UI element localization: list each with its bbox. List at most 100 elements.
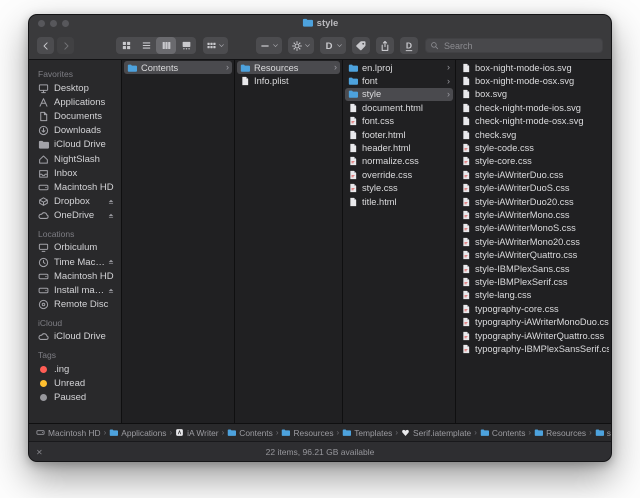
d-app-button[interactable]: D: [400, 37, 418, 54]
sidebar-item-orbiculum[interactable]: Orbiculum: [29, 241, 121, 255]
sidebar-item-inbox[interactable]: Inbox: [29, 166, 121, 180]
folder-icon: [240, 63, 250, 73]
folder-row-resources[interactable]: Resources›: [237, 61, 340, 74]
forward-button[interactable]: [57, 37, 74, 54]
group-by-button[interactable]: [256, 37, 282, 54]
file-row-box-night-mode-osx-svg[interactable]: box-night-mode-osx.svg: [458, 74, 609, 87]
file-row-style-iawriterduos-css[interactable]: style-iAWriterDuoS.css: [458, 182, 609, 195]
icon-view-button[interactable]: [116, 37, 136, 54]
zoom-button[interactable]: [62, 20, 69, 27]
chevron-right-icon: ›: [444, 77, 450, 86]
sidebar-item-paused[interactable]: Paused: [29, 390, 121, 404]
file-row-style-iawritermonos-css[interactable]: style-iAWriterMonoS.css: [458, 222, 609, 235]
file-row-typography-ibmplexsansserif-css[interactable]: typography-IBMPlexSansSerif.css: [458, 342, 609, 355]
file-row-override-css[interactable]: override.css: [345, 168, 453, 181]
sidebar-item-remote-disc[interactable]: Remote Disc: [29, 298, 121, 312]
file-row-document-html[interactable]: document.html: [345, 101, 453, 114]
file-row-style-iawritermono20-css[interactable]: style-iAWriterMono20.css: [458, 235, 609, 248]
file-row-style-ibmplexsans-css[interactable]: style-IBMPlexSans.css: [458, 262, 609, 275]
list-view-button[interactable]: [136, 37, 156, 54]
file-row-style-code-css[interactable]: style-code.css: [458, 141, 609, 154]
path-item-resources[interactable]: Resources: [281, 428, 333, 438]
file-row-box-night-mode-ios-svg[interactable]: box-night-mode-ios.svg: [458, 61, 609, 74]
folder-row-en-lproj[interactable]: en.lproj›: [345, 61, 453, 74]
sidebar-item-dropbox[interactable]: Dropbox: [29, 195, 121, 209]
folder-row-contents[interactable]: Contents›: [124, 61, 232, 74]
file-row-typography-core-css[interactable]: typography-core.css: [458, 302, 609, 315]
title-bar[interactable]: style: [29, 15, 611, 32]
file-icon: [348, 143, 358, 153]
file-icon: [461, 63, 471, 73]
file-row-check-night-mode-ios-svg[interactable]: check-night-mode-ios.svg: [458, 101, 609, 114]
share-button[interactable]: [376, 37, 394, 54]
path-item-ia-writer[interactable]: iA Writer: [175, 428, 219, 438]
file-row-typography-iawriterquattro-css[interactable]: typography-iAWriterQuattro.css: [458, 329, 609, 342]
file-row-box-svg[interactable]: box.svg: [458, 88, 609, 101]
css-file-icon: [461, 290, 471, 300]
folder-row-style[interactable]: style›: [345, 88, 453, 101]
eject-icon[interactable]: [107, 287, 115, 295]
item-name: style-iAWriterDuoS.css: [475, 183, 570, 193]
item-name: Contents: [141, 63, 178, 73]
gallery-view-button[interactable]: [176, 37, 196, 54]
file-row-check-night-mode-osx-svg[interactable]: check-night-mode-osx.svg: [458, 115, 609, 128]
sidebar-item-nightslash[interactable]: NightSlash: [29, 152, 121, 166]
path-item-contents[interactable]: Contents: [480, 428, 526, 438]
sidebar-item-applications[interactable]: Applications: [29, 95, 121, 109]
path-item-serif-iatemplate[interactable]: Serif.iatemplate: [401, 428, 471, 438]
sidebar-item-downloads[interactable]: Downloads: [29, 124, 121, 138]
eject-icon[interactable]: [107, 258, 115, 266]
sidebar-item-time-machine[interactable]: Time Machine: [29, 255, 121, 269]
path-item-style[interactable]: style: [595, 428, 611, 438]
file-row-title-html[interactable]: title.html: [345, 195, 453, 208]
file-row-header-html[interactable]: header.html: [345, 141, 453, 154]
file-row-style-iawriterduo20-css[interactable]: style-iAWriterDuo20.css: [458, 195, 609, 208]
file-row-footer-html[interactable]: footer.html: [345, 128, 453, 141]
folder-icon: [281, 428, 290, 437]
eject-icon[interactable]: [107, 212, 115, 220]
folder-row-font[interactable]: font›: [345, 74, 453, 87]
file-row-style-core-css[interactable]: style-core.css: [458, 155, 609, 168]
file-row-font-css[interactable]: font.css: [345, 115, 453, 128]
file-row-style-lang-css[interactable]: style-lang.css: [458, 289, 609, 302]
file-row-style-iawritermono-css[interactable]: style-iAWriterMono.css: [458, 208, 609, 221]
sidebar-item-macintosh-hd[interactable]: Macintosh HD: [29, 269, 121, 283]
search-input[interactable]: [442, 40, 598, 52]
sidebar-item-onedrive[interactable]: OneDrive: [29, 209, 121, 223]
d-menu-button[interactable]: D: [320, 37, 346, 54]
file-row-check-svg[interactable]: check.svg: [458, 128, 609, 141]
tags-button[interactable]: [352, 37, 370, 54]
action-menu-button[interactable]: [288, 37, 314, 54]
path-item-applications[interactable]: Applications: [109, 428, 166, 438]
sidebar-item-icloud-drive[interactable]: iCloud Drive: [29, 330, 121, 344]
file-row-style-iawriterquattro-css[interactable]: style-iAWriterQuattro.css: [458, 248, 609, 261]
sidebar-item-icloud-drive[interactable]: iCloud Drive: [29, 138, 121, 152]
folder-icon: [342, 428, 351, 437]
path-item-contents[interactable]: Contents: [227, 428, 273, 438]
sidebar-item-desktop[interactable]: Desktop: [29, 81, 121, 95]
file-row-style-css[interactable]: style.css: [345, 182, 453, 195]
minimize-button[interactable]: [50, 20, 57, 27]
item-name: box-night-mode-ios.svg: [475, 63, 572, 73]
search-field[interactable]: [425, 38, 603, 53]
sidebar-item-unread[interactable]: Unread: [29, 376, 121, 390]
file-row-typography-iawritermonoduo-css[interactable]: typography-iAWriterMonoDuo.css: [458, 315, 609, 328]
file-row-info-plist[interactable]: Info.plist: [237, 74, 340, 87]
back-button[interactable]: [37, 37, 54, 54]
file-row-style-ibmplexserif-css[interactable]: style-IBMPlexSerif.css: [458, 275, 609, 288]
path-item-macintosh-hd[interactable]: Macintosh HD: [36, 428, 101, 438]
item-name: style-iAWriterMono.css: [475, 210, 570, 220]
file-row-style-iawriterduo-css[interactable]: style-iAWriterDuo.css: [458, 168, 609, 181]
eject-icon[interactable]: [107, 198, 115, 206]
arrange-button[interactable]: [203, 37, 228, 54]
sidebar-item-install-maco-[interactable]: Install macO…: [29, 283, 121, 297]
path-item-templates[interactable]: Templates: [342, 428, 392, 438]
sidebar-item-macintosh-hd[interactable]: Macintosh HD: [29, 180, 121, 194]
column-view-button[interactable]: [156, 37, 176, 54]
close-button[interactable]: [38, 20, 45, 27]
sidebar-item--ing[interactable]: .ing: [29, 362, 121, 376]
file-row-normalize-css[interactable]: normalize.css: [345, 155, 453, 168]
sidebar-item-documents[interactable]: Documents: [29, 109, 121, 123]
file-icon: [461, 103, 471, 113]
path-item-resources[interactable]: Resources: [534, 428, 586, 438]
